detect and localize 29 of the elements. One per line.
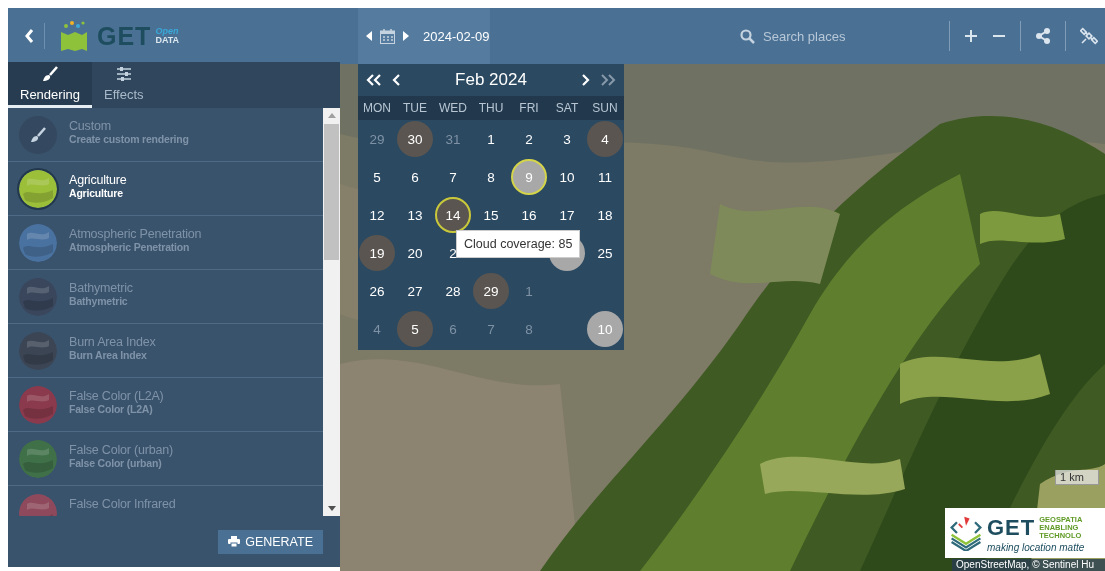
item-subtitle: False Color (L2A): [69, 403, 154, 415]
weekday-label: MON: [362, 101, 392, 115]
item-title: Bathymetric: [69, 281, 133, 295]
item-title: Custom: [69, 119, 112, 133]
weekday-label: WED: [438, 101, 468, 115]
item-title: False Color (L2A): [69, 389, 164, 403]
weekday-label: THU: [477, 101, 505, 115]
item-subtitle: Bathymetric: [69, 295, 129, 307]
item-subtitle: Burn Area Index: [69, 349, 148, 361]
scale-bar: 1 km: [1055, 470, 1099, 485]
item-subtitle: Atmospheric Penetration: [69, 241, 191, 253]
weekday-label: SUN: [591, 101, 619, 115]
item-title: Burn Area Index: [69, 335, 156, 349]
item-title: False Color (urban): [69, 443, 173, 457]
logo-text: GET: [987, 513, 1036, 542]
weekday-label: FRI: [518, 101, 540, 115]
weekday-label: SAT: [554, 101, 580, 115]
item-title: Agriculture: [69, 173, 127, 187]
logo-text: Open: [155, 27, 180, 36]
item-subtitle: Create custom rendering: [69, 133, 189, 145]
map-attribution: OpenStreetMap, © Sentinel Hu: [952, 559, 1105, 571]
logo-text: DATA: [155, 36, 180, 45]
logo-slogan: making location matte: [987, 541, 1085, 553]
tooltip: Cloud coverage: 85: [456, 230, 581, 258]
item-subtitle: False Color (urban): [69, 457, 163, 469]
item-title: False Color Infrared: [69, 497, 176, 511]
weekday-label: TUE: [402, 101, 428, 115]
item-subtitle: Agriculture: [69, 187, 124, 199]
item-title: Atmospheric Penetration: [69, 227, 202, 241]
